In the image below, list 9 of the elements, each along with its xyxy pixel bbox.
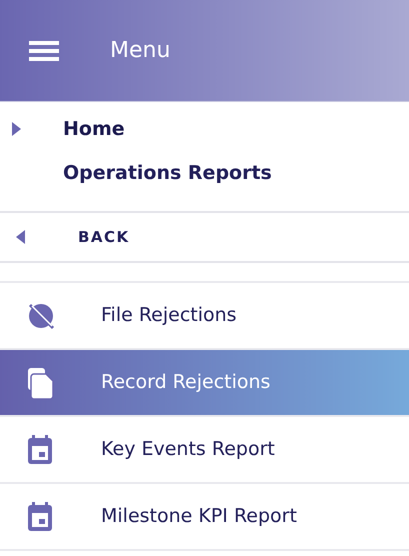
header-title: Menu bbox=[110, 37, 170, 65]
calendar-icon bbox=[26, 434, 54, 466]
breadcrumb-link[interactable]: Home bbox=[63, 114, 125, 144]
menu-icon[interactable] bbox=[29, 40, 59, 60]
back-button[interactable]: BACK bbox=[0, 213, 409, 263]
calendar-icon bbox=[26, 500, 54, 532]
breadcrumb-link[interactable]: Operations Reports bbox=[63, 158, 272, 188]
menu-item[interactable]: Record Rejections bbox=[0, 350, 409, 417]
caret-icon bbox=[16, 230, 25, 244]
